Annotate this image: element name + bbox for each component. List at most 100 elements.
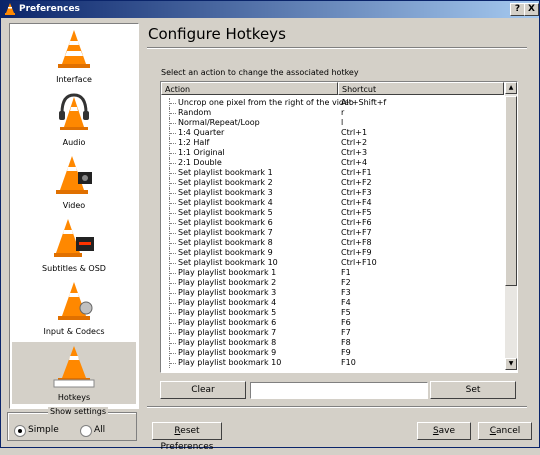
table-row[interactable]: Play playlist bookmark 7 F7 xyxy=(161,328,504,338)
table-row[interactable]: Play playlist bookmark 2 F2 xyxy=(161,278,504,288)
tree-connector xyxy=(169,358,177,368)
shortcut-cell: F10 xyxy=(341,358,356,367)
tree-connector xyxy=(169,178,177,188)
sidebar-item-subtitles-osd[interactable]: Subtitles & OSD xyxy=(12,213,136,275)
shortcut-cell: F5 xyxy=(341,308,351,317)
table-row[interactable]: Uncrop one pixel from the right of the v… xyxy=(161,98,504,108)
column-header-shortcut[interactable]: Shortcut xyxy=(338,82,504,95)
shortcut-cell: Ctrl+4 xyxy=(341,158,368,167)
shortcut-cell: F1 xyxy=(341,268,351,277)
shortcut-cell: F3 xyxy=(341,288,351,297)
simple-radio[interactable] xyxy=(14,425,26,437)
tree-connector xyxy=(169,188,177,198)
table-body: Uncrop one pixel from the right of the v… xyxy=(161,98,504,368)
table-row[interactable]: Random r xyxy=(161,108,504,118)
all-radio[interactable] xyxy=(80,425,92,437)
action-cell: Play playlist bookmark 2 xyxy=(178,278,277,287)
table-row[interactable]: Set playlist bookmark 1 Ctrl+F1 xyxy=(161,168,504,178)
table-row[interactable]: Play playlist bookmark 8 F8 xyxy=(161,338,504,348)
table-scrollbar[interactable]: ▲ ▼ xyxy=(505,82,517,370)
table-row[interactable]: Play playlist bookmark 5 F5 xyxy=(161,308,504,318)
sidebar-item-audio[interactable]: Audio xyxy=(12,87,136,149)
tree-connector xyxy=(169,298,177,308)
shortcut-cell: Ctrl+F6 xyxy=(341,218,372,227)
action-cell: Play playlist bookmark 4 xyxy=(178,298,277,307)
scrollbar-thumb[interactable] xyxy=(505,96,517,286)
table-row[interactable]: Set playlist bookmark 8 Ctrl+F8 xyxy=(161,238,504,248)
hotkey-input[interactable] xyxy=(250,382,428,399)
arrow-down-icon[interactable]: ▼ xyxy=(505,358,517,370)
tree-connector xyxy=(169,268,177,278)
sidebar-item-hotkeys[interactable]: Hotkeys xyxy=(12,342,136,404)
shortcut-cell: Ctrl+1 xyxy=(341,128,368,137)
tree-connector xyxy=(169,348,177,358)
reset-preferences-button[interactable]: Reset Preferences xyxy=(152,422,222,452)
action-cell: Play playlist bookmark 7 xyxy=(178,328,277,337)
shortcut-cell: F9 xyxy=(341,348,351,357)
action-cell: Set playlist bookmark 7 xyxy=(178,228,273,237)
shortcut-cell: r xyxy=(341,108,345,117)
clear-button[interactable]: Clear xyxy=(160,381,246,399)
table-row[interactable]: 2:1 Double Ctrl+4 xyxy=(161,158,504,168)
table-row[interactable]: 1:1 Original Ctrl+3 xyxy=(161,148,504,158)
table-row[interactable]: Set playlist bookmark 6 Ctrl+F6 xyxy=(161,218,504,228)
category-list[interactable]: Interface Audio Video Subtitles & OSD In… xyxy=(9,23,139,409)
hotkeys-table[interactable]: Action Shortcut Uncrop one pixel from th… xyxy=(160,81,518,373)
help-button[interactable]: ? xyxy=(510,3,525,16)
set-button[interactable]: Set xyxy=(430,381,516,399)
all-label[interactable]: All xyxy=(94,425,105,435)
sidebar-item-video[interactable]: Video xyxy=(12,150,136,212)
table-row[interactable]: Set playlist bookmark 9 Ctrl+F9 xyxy=(161,248,504,258)
close-button[interactable]: X xyxy=(524,3,539,16)
cancel-label: Cancel xyxy=(489,426,521,436)
table-row[interactable]: Set playlist bookmark 7 Ctrl+F7 xyxy=(161,228,504,238)
shortcut-cell: Ctrl+F8 xyxy=(341,238,372,247)
sidebar-item-interface[interactable]: Interface xyxy=(12,24,136,86)
table-row[interactable]: Set playlist bookmark 10 Ctrl+F10 xyxy=(161,258,504,268)
table-row[interactable]: Play playlist bookmark 10 F10 xyxy=(161,358,504,368)
action-cell: Play playlist bookmark 6 xyxy=(178,318,277,327)
shortcut-cell: l xyxy=(341,118,344,127)
tree-connector xyxy=(169,328,177,338)
title-bar[interactable]: Preferences ? X xyxy=(1,1,539,18)
instruction-text: Select an action to change the associate… xyxy=(161,68,359,77)
action-cell: Set playlist bookmark 9 xyxy=(178,248,273,257)
action-cell: Set playlist bookmark 6 xyxy=(178,218,273,227)
tree-connector xyxy=(169,218,177,228)
table-row[interactable]: Set playlist bookmark 3 Ctrl+F3 xyxy=(161,188,504,198)
tree-connector xyxy=(169,248,177,258)
table-row[interactable]: Play playlist bookmark 4 F4 xyxy=(161,298,504,308)
shortcut-cell: F6 xyxy=(341,318,351,327)
table-row[interactable]: Set playlist bookmark 2 Ctrl+F2 xyxy=(161,178,504,188)
sidebar-item-label: Hotkeys xyxy=(57,393,91,402)
table-row[interactable]: 1:4 Quarter Ctrl+1 xyxy=(161,128,504,138)
tree-connector xyxy=(169,258,177,268)
tree-connector xyxy=(169,278,177,288)
table-header: Action Shortcut xyxy=(161,82,504,96)
table-row[interactable]: Play playlist bookmark 9 F9 xyxy=(161,348,504,358)
tree-connector xyxy=(169,308,177,318)
table-row[interactable]: 1:2 Half Ctrl+2 xyxy=(161,138,504,148)
cancel-button[interactable]: Cancel xyxy=(478,422,532,440)
tree-connector xyxy=(169,148,177,158)
sidebar-item-input-codecs[interactable]: Input & Codecs xyxy=(12,276,136,338)
tree-connector xyxy=(169,318,177,328)
shortcut-cell: Ctrl+F7 xyxy=(341,228,372,237)
subtitles-cone-icon xyxy=(54,219,94,257)
save-button[interactable]: Save xyxy=(417,422,471,440)
action-cell: Set playlist bookmark 2 xyxy=(178,178,273,187)
table-row[interactable]: Set playlist bookmark 4 Ctrl+F4 xyxy=(161,198,504,208)
table-row[interactable]: Normal/Repeat/Loop l xyxy=(161,118,504,128)
arrow-up-icon[interactable]: ▲ xyxy=(505,82,517,94)
shortcut-cell: Ctrl+F4 xyxy=(341,198,372,207)
column-header-action[interactable]: Action xyxy=(161,82,338,95)
simple-label[interactable]: Simple xyxy=(28,425,59,435)
tree-connector xyxy=(169,158,177,168)
action-cell: Play playlist bookmark 1 xyxy=(178,268,277,277)
table-row[interactable]: Play playlist bookmark 6 F6 xyxy=(161,318,504,328)
table-row[interactable]: Play playlist bookmark 3 F3 xyxy=(161,288,504,298)
action-cell: 2:1 Double xyxy=(178,158,222,167)
show-settings-legend: Show settings xyxy=(48,407,109,416)
table-row[interactable]: Set playlist bookmark 5 Ctrl+F5 xyxy=(161,208,504,218)
table-row[interactable]: Play playlist bookmark 1 F1 xyxy=(161,268,504,278)
